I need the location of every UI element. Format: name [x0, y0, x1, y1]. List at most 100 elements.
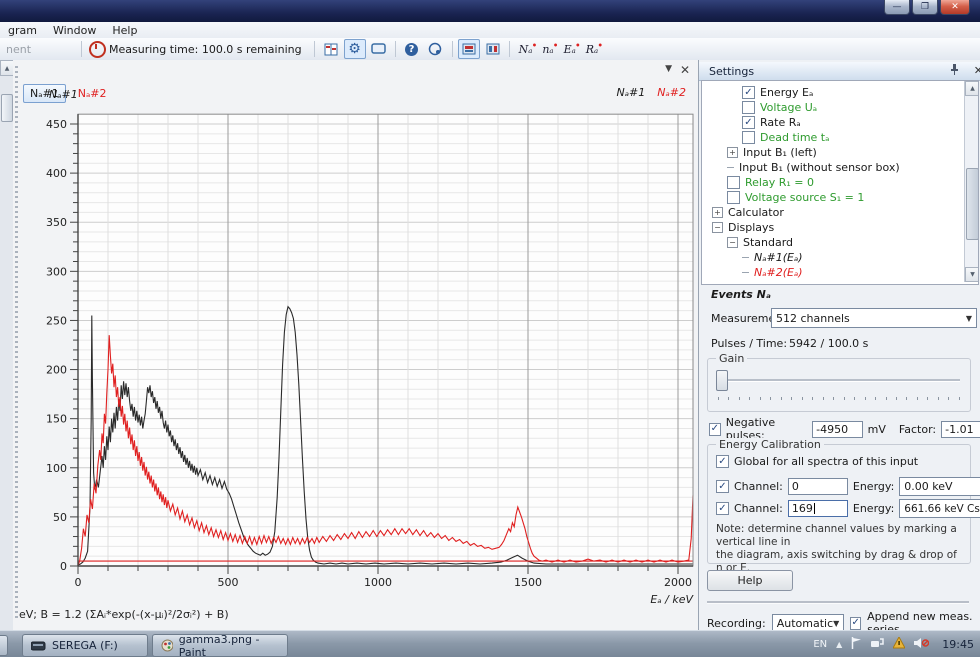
factor-input[interactable]: -1.01	[941, 421, 980, 438]
legend-na1: Nₐ#1	[616, 86, 645, 99]
append-checkbox[interactable]: ✓	[850, 617, 861, 630]
quantity-button-n[interactable]: nₐ•	[537, 43, 558, 56]
volume-muted-icon[interactable]	[914, 637, 929, 652]
tree-item[interactable]: Relay R₁ = 0	[702, 175, 960, 190]
scroll-down-icon[interactable]: ▼	[965, 267, 979, 282]
action-center-flag-icon[interactable]	[851, 637, 862, 652]
menu-item-window[interactable]: Window	[45, 24, 104, 37]
tree-item[interactable]: Dead time tₐ	[702, 130, 960, 145]
settings-close-icon[interactable]: ✕	[974, 64, 980, 77]
collapse-minus-icon[interactable]: −	[712, 222, 723, 233]
help-icon[interactable]: ?	[401, 39, 423, 59]
fit-formula: eV; B = 1.2 (ΣAᵢ*exp(-(x-μᵢ)²/2σᵢ²) + B)	[19, 608, 229, 621]
channel1-input[interactable]: 0	[788, 478, 848, 495]
tree-scrollbar[interactable]: ▲ ▼	[964, 81, 978, 282]
y-tick-label: 150	[46, 413, 67, 426]
cassy-module-icon[interactable]	[458, 39, 480, 59]
help-button[interactable]: Help	[707, 570, 793, 591]
scroll-up-icon[interactable]: ▲	[0, 60, 14, 76]
negative-pulses-input[interactable]: -4950	[812, 421, 863, 438]
tree-item-label: Energy Eₐ	[760, 86, 813, 99]
menu-item-gram[interactable]: gram	[0, 24, 45, 37]
tree-item[interactable]: ✓ Energy Eₐ	[702, 85, 960, 100]
tray-expand-icon[interactable]: ▲	[836, 640, 842, 649]
slider-tick	[823, 397, 824, 400]
tree-item[interactable]: Nₐ#1(Eₐ)	[702, 250, 960, 265]
slider-tick	[844, 397, 845, 400]
toolbar-cut-text: nent	[0, 43, 37, 56]
clock[interactable]: 19:45	[942, 638, 974, 651]
restore-button[interactable]: ❐	[912, 0, 938, 15]
tree-connector	[727, 167, 734, 168]
chart-legend: Nₐ#1 Nₐ#2	[616, 86, 686, 99]
tree-item[interactable]: Nₐ#2(Eₐ)	[702, 265, 960, 280]
tree-checkbox[interactable]: ✓	[742, 86, 755, 99]
energy-label: Energy:	[853, 480, 894, 493]
tree-item-label: Dead time tₐ	[760, 131, 829, 144]
slider-tick	[728, 397, 729, 400]
tree-item[interactable]: Voltage source S₁ = 1	[702, 190, 960, 205]
collapse-minus-icon[interactable]: −	[727, 237, 738, 248]
settings-title: Settings	[699, 65, 754, 78]
tree-item-label: Displays	[728, 221, 774, 234]
measurement-select[interactable]: 512 channels▼	[771, 308, 977, 328]
splitter-grip[interactable]	[15, 66, 18, 618]
minimize-button[interactable]: —	[884, 0, 910, 15]
scroll-up-icon[interactable]: ▲	[965, 81, 979, 96]
tree-item[interactable]: +Calculator	[702, 205, 960, 220]
scrollbar-thumb[interactable]	[966, 168, 979, 240]
channel1-checkbox[interactable]: ✓	[716, 480, 729, 493]
tree-checkbox[interactable]	[742, 101, 755, 114]
events-title: Events Nₐ	[711, 288, 771, 301]
tree-item[interactable]: ✓Rate Rₐ	[702, 115, 960, 130]
layout-grid-icon[interactable]	[320, 39, 342, 59]
quantity-button-N[interactable]: Nₐ•	[514, 43, 538, 56]
cut-start-button[interactable]	[0, 635, 8, 656]
negative-pulses-checkbox[interactable]: ✓	[709, 423, 721, 436]
tree-checkbox[interactable]: ✓	[742, 116, 755, 129]
taskbar-button-serega[interactable]: SEREGA (F:)	[22, 634, 148, 657]
channel2-checkbox[interactable]: ✓	[716, 502, 729, 515]
tree-item[interactable]: −Displays	[702, 220, 960, 235]
application-window: — ❐ ✕ gramWindowHelp nent Measuring time…	[0, 0, 980, 657]
tree-checkbox[interactable]	[727, 191, 740, 204]
language-indicator[interactable]: EN	[813, 639, 827, 650]
scrollbar-thumb[interactable]	[1, 94, 13, 122]
menu-item-help[interactable]: Help	[104, 24, 145, 37]
display-icon[interactable]	[368, 39, 390, 59]
channel2-input[interactable]: 169	[788, 500, 848, 517]
note-line1: Note: determine channel values by markin…	[716, 523, 966, 549]
gain-slider-track[interactable]	[718, 379, 960, 382]
taskbar-button-paint[interactable]: gamma3.png - Paint	[152, 634, 288, 657]
expand-plus-icon[interactable]: +	[727, 147, 738, 158]
network-icon[interactable]	[871, 637, 884, 652]
support-icon[interactable]	[425, 39, 447, 59]
settings-gear-icon[interactable]: ⚙	[344, 39, 366, 59]
global-checkbox[interactable]: ✓	[716, 455, 729, 468]
close-button[interactable]: ✕	[940, 0, 970, 15]
chevron-down-icon[interactable]: ▼	[665, 64, 672, 74]
tree-connector	[742, 257, 749, 258]
slider-tick	[948, 397, 949, 400]
quantity-button-R[interactable]: Rₐ•	[581, 43, 603, 56]
slider-tick	[896, 397, 897, 400]
tree-item[interactable]: +Input B₁ (left)	[702, 145, 960, 160]
pin-icon[interactable]	[950, 64, 959, 78]
tab-na2[interactable]: Nₐ#2	[72, 85, 113, 102]
tree-item[interactable]: Voltage Uₐ	[702, 100, 960, 115]
tree-item[interactable]: −Standard	[702, 235, 960, 250]
warning-shield-icon[interactable]	[893, 637, 905, 652]
tree-checkbox[interactable]	[742, 131, 755, 144]
energy1-select[interactable]: 0.00 keV▼	[899, 477, 980, 496]
mv-label: mV	[868, 423, 886, 436]
quantity-button-E[interactable]: Eₐ•	[559, 43, 581, 56]
spectrum-plot[interactable]: 0501001502002503003504004500500100015002…	[20, 104, 696, 606]
expand-plus-icon[interactable]: +	[712, 207, 723, 218]
gain-slider-thumb[interactable]	[716, 370, 728, 391]
tree-checkbox[interactable]	[727, 176, 740, 189]
y-axis-title: Nₐ#1	[49, 88, 78, 101]
cassy-module2-icon[interactable]	[482, 39, 504, 59]
panel-close-icon[interactable]: ✕	[680, 63, 690, 77]
energy2-select[interactable]: 661.66 keV Cs137▼	[899, 499, 980, 518]
tree-item[interactable]: Input B₁ (without sensor box)	[702, 160, 960, 175]
